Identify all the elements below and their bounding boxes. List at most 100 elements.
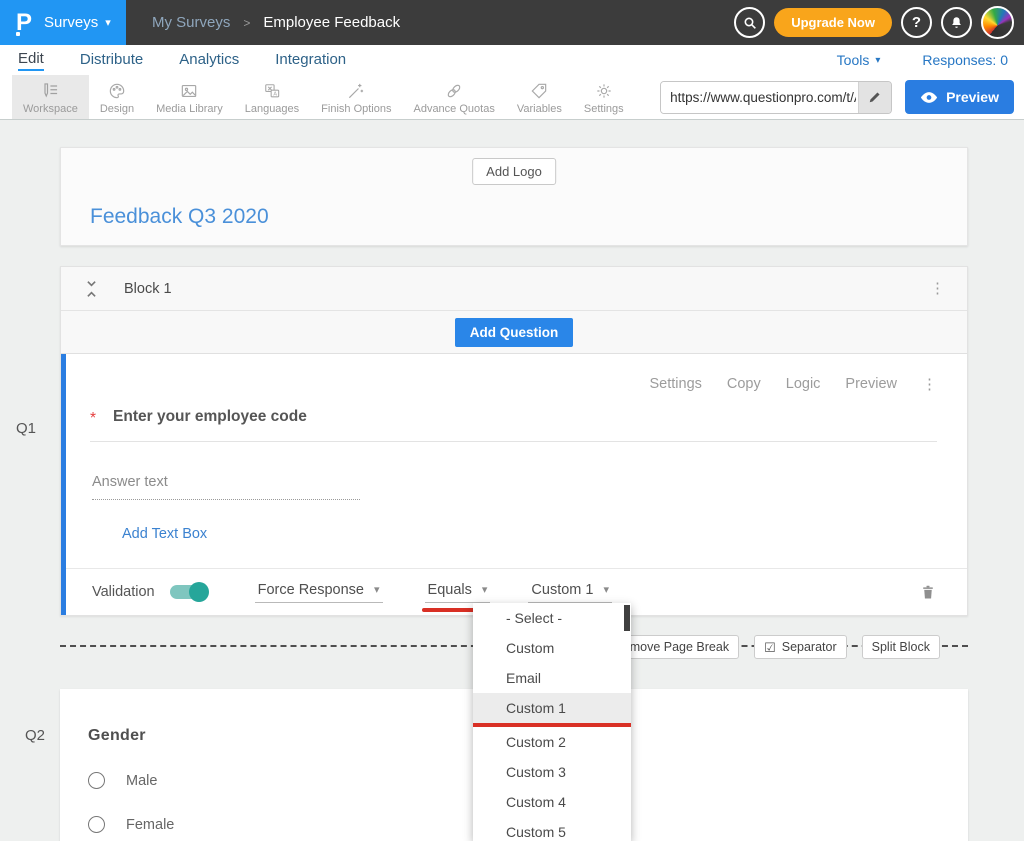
operator-dropdown[interactable]: Equals ▾ bbox=[425, 582, 491, 603]
svg-text:A: A bbox=[273, 91, 277, 97]
validation-type-menu: - Select - Custom Email Custom 1 Custom … bbox=[473, 603, 631, 841]
radio-button-icon[interactable] bbox=[88, 772, 105, 789]
add-text-box-link[interactable]: Add Text Box bbox=[122, 526, 207, 542]
menu-option-custom4[interactable]: Custom 4 bbox=[473, 787, 631, 817]
collapse-block-icon[interactable] bbox=[84, 279, 99, 299]
add-logo-button[interactable]: Add Logo bbox=[472, 158, 556, 185]
menu-option-email[interactable]: Email bbox=[473, 663, 631, 693]
question-logic-link[interactable]: Logic bbox=[786, 376, 821, 392]
notifications-button[interactable] bbox=[941, 7, 972, 38]
breadcrumb-my-surveys[interactable]: My Surveys bbox=[152, 14, 230, 31]
validation-type-dropdown[interactable]: Custom 1 ▾ bbox=[528, 582, 612, 603]
toolbar-item-advance-quotas[interactable]: Advance Quotas bbox=[402, 75, 505, 119]
force-response-dropdown[interactable]: Force Response ▾ bbox=[255, 582, 383, 603]
split-block-label: Split Block bbox=[872, 640, 930, 654]
checkbox-checked-icon: ☑ bbox=[764, 641, 776, 654]
user-avatar[interactable] bbox=[981, 6, 1014, 39]
add-question-button[interactable]: Add Question bbox=[455, 318, 574, 347]
menu-option-select[interactable]: - Select - bbox=[473, 603, 631, 633]
tools-menu[interactable]: Tools ▾ bbox=[837, 52, 881, 68]
breadcrumb-current-survey: Employee Feedback bbox=[263, 14, 400, 31]
editor-canvas: Q1 Q2 Add Logo Feedback Q3 2020 Block 1 … bbox=[0, 120, 1024, 841]
question-title-row: * Enter your employee code bbox=[90, 408, 937, 442]
menu-option-custom5[interactable]: Custom 5 bbox=[473, 817, 631, 841]
toolbar-item-workspace[interactable]: Workspace bbox=[12, 75, 89, 119]
toolbar-item-design[interactable]: Design bbox=[89, 75, 145, 119]
translate-icon: A bbox=[262, 81, 282, 101]
tab-integration[interactable]: Integration bbox=[275, 51, 346, 70]
pencil-icon bbox=[868, 90, 882, 104]
menu-option-custom1-selected[interactable]: Custom 1 bbox=[473, 693, 631, 727]
block-title[interactable]: Block 1 bbox=[124, 281, 172, 297]
radio-label: Male bbox=[126, 773, 157, 789]
search-button[interactable] bbox=[734, 7, 765, 38]
question-actions: Settings Copy Logic Preview ⋮ bbox=[66, 354, 967, 392]
preview-button[interactable]: Preview bbox=[905, 80, 1014, 114]
product-label: Surveys bbox=[44, 14, 98, 31]
toolbar-item-variables[interactable]: Variables bbox=[506, 75, 573, 119]
menu-option-custom2[interactable]: Custom 2 bbox=[473, 727, 631, 757]
tabbar-right: Tools ▾ Responses: 0 bbox=[837, 52, 1008, 68]
separator-toggle-button[interactable]: ☑ Separator bbox=[754, 635, 847, 659]
question-copy-link[interactable]: Copy bbox=[727, 376, 761, 392]
split-block-button[interactable]: Split Block bbox=[862, 635, 940, 659]
chevron-down-icon: ▾ bbox=[105, 16, 111, 29]
menu-option-custom[interactable]: Custom bbox=[473, 633, 631, 663]
tag-icon bbox=[529, 81, 549, 101]
toolbar-item-media-library[interactable]: Media Library bbox=[145, 75, 234, 119]
survey-title[interactable]: Feedback Q3 2020 bbox=[90, 205, 269, 229]
section-tabs: Edit Distribute Analytics Integration To… bbox=[0, 45, 1024, 75]
product-menu[interactable]: Surveys ▾ bbox=[44, 14, 111, 31]
palette-icon bbox=[107, 81, 127, 101]
help-button[interactable]: ? bbox=[901, 7, 932, 38]
validation-type-value: Custom 1 bbox=[531, 582, 593, 598]
toolbar-item-languages[interactable]: A Languages bbox=[234, 75, 310, 119]
answer-text-field[interactable]: Answer text bbox=[92, 474, 360, 500]
force-response-value: Force Response bbox=[258, 582, 364, 598]
chevron-down-icon: ▾ bbox=[374, 583, 380, 596]
survey-url-input[interactable] bbox=[661, 82, 858, 113]
required-asterisk: * bbox=[90, 408, 96, 428]
dropdown-scrollbar-thumb[interactable] bbox=[624, 605, 630, 631]
chevron-down-icon: ▾ bbox=[482, 583, 488, 596]
menu-option-custom3[interactable]: Custom 3 bbox=[473, 757, 631, 787]
search-icon bbox=[742, 15, 758, 31]
toolbar-label: Variables bbox=[517, 103, 562, 115]
image-icon bbox=[179, 81, 199, 101]
radio-label: Female bbox=[126, 817, 174, 833]
tab-distribute[interactable]: Distribute bbox=[80, 51, 143, 70]
operator-value: Equals bbox=[428, 582, 472, 598]
question-preview-link[interactable]: Preview bbox=[845, 376, 897, 392]
question-mark-icon: ? bbox=[912, 14, 921, 31]
responses-count[interactable]: Responses: 0 bbox=[922, 52, 1008, 68]
toolbar-label: Languages bbox=[245, 103, 299, 115]
breadcrumb-separator: > bbox=[243, 16, 250, 30]
toolbar-label: Workspace bbox=[23, 103, 78, 115]
delete-question-button[interactable] bbox=[919, 583, 937, 602]
survey-editor-page: P Surveys ▾ My Surveys > Employee Feedba… bbox=[0, 0, 1024, 841]
block-menu-kebab-icon[interactable]: ⋮ bbox=[930, 281, 945, 296]
tab-edit[interactable]: Edit bbox=[18, 50, 44, 71]
chain-links-icon bbox=[444, 81, 464, 101]
survey-header-card: Add Logo Feedback Q3 2020 bbox=[60, 147, 968, 246]
add-question-strip: Add Question bbox=[61, 311, 967, 354]
validation-toggle[interactable] bbox=[170, 585, 207, 599]
question-menu-kebab-icon[interactable]: ⋮ bbox=[922, 377, 937, 392]
toolbar-item-finish-options[interactable]: Finish Options bbox=[310, 75, 402, 119]
edit-url-button[interactable] bbox=[858, 82, 891, 113]
toolbar-label: Design bbox=[100, 103, 134, 115]
editor-toolbar: Workspace Design Media Library A Languag… bbox=[0, 75, 1024, 120]
block-card: Block 1 ⋮ Add Question Settings Copy Log… bbox=[60, 266, 968, 616]
product-switcher[interactable]: P Surveys ▾ bbox=[0, 0, 126, 45]
question-title[interactable]: Enter your employee code bbox=[113, 408, 307, 428]
upgrade-now-button[interactable]: Upgrade Now bbox=[774, 8, 892, 37]
tab-analytics[interactable]: Analytics bbox=[179, 51, 239, 70]
question-number-q1: Q1 bbox=[16, 420, 36, 437]
trash-icon bbox=[919, 583, 937, 602]
question-settings-link[interactable]: Settings bbox=[649, 376, 701, 392]
preview-label: Preview bbox=[946, 89, 999, 105]
toolbar-item-settings[interactable]: Settings bbox=[573, 75, 635, 119]
top-bar: P Surveys ▾ My Surveys > Employee Feedba… bbox=[0, 0, 1024, 45]
radio-button-icon[interactable] bbox=[88, 816, 105, 833]
magic-wand-icon bbox=[346, 81, 366, 101]
